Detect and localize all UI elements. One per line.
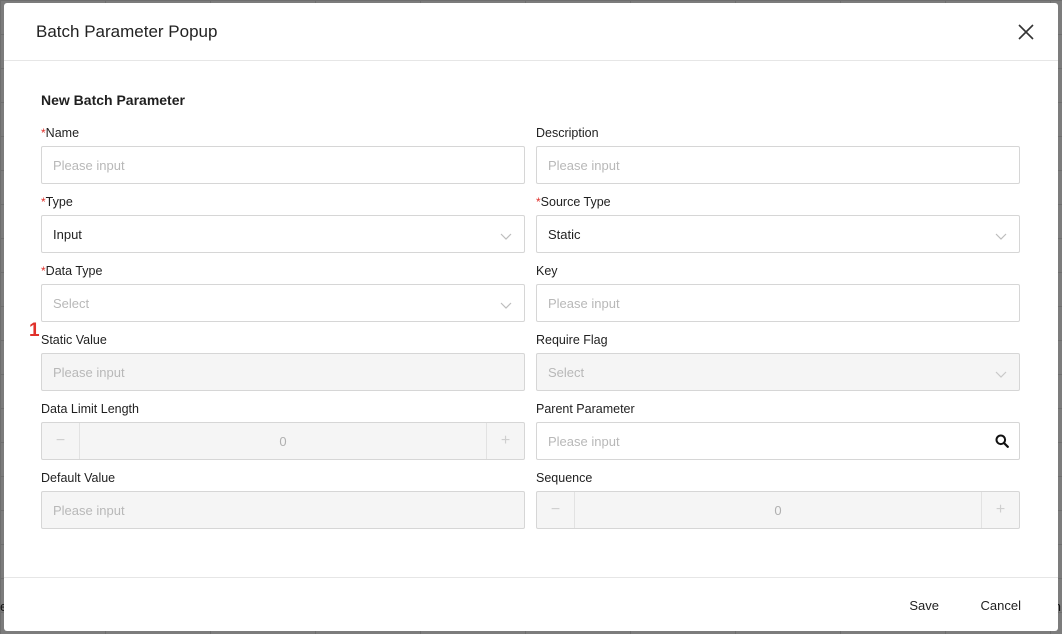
sequence-stepper[interactable]: − 0 + — [536, 491, 1020, 529]
key-placeholder: Please input — [548, 295, 620, 311]
data-limit-length-field-group: Data Limit Length − 0 + — [41, 401, 525, 460]
name-field-group: *Name Please input — [41, 125, 525, 184]
data-type-placeholder: Select — [53, 295, 90, 311]
description-placeholder: Please input — [548, 157, 620, 173]
require-flag-select[interactable]: Select — [536, 353, 1020, 391]
sequence-label: Sequence — [536, 471, 593, 485]
require-flag-placeholder: Select — [548, 364, 585, 380]
section-title: New Batch Parameter — [41, 92, 185, 108]
default-value-placeholder: Please input — [53, 502, 125, 518]
chevron-down-icon — [500, 298, 512, 309]
increment-button[interactable]: + — [486, 423, 524, 459]
name-input[interactable]: Please input — [41, 146, 525, 184]
dialog-header: Batch Parameter Popup — [4, 3, 1058, 61]
data-limit-length-stepper[interactable]: − 0 + — [41, 422, 525, 460]
parent-parameter-placeholder: Please input — [548, 433, 620, 449]
static-value-placeholder: Please input — [53, 364, 125, 380]
static-value-input[interactable]: Please input — [41, 353, 525, 391]
static-value-field-group: 1 Static Value Please input — [29, 321, 525, 391]
name-placeholder: Please input — [53, 157, 125, 173]
source-type-select[interactable]: Static — [536, 215, 1020, 253]
type-value: Input — [53, 226, 82, 242]
dialog-title: Batch Parameter Popup — [36, 21, 218, 41]
description-input[interactable]: Please input — [536, 146, 1020, 184]
batch-parameter-dialog: Batch Parameter Popup New Batch Paramete… — [4, 3, 1058, 631]
close-icon[interactable] — [1016, 22, 1036, 42]
source-type-field-group: *Source Type Static — [536, 194, 1020, 253]
save-button[interactable]: Save — [909, 598, 939, 613]
source-type-label: *Source Type — [536, 195, 611, 209]
type-field-group: *Type Input — [41, 194, 525, 253]
key-field-group: Key Please input — [536, 263, 1020, 322]
name-label: *Name — [41, 126, 80, 140]
description-label: Description — [536, 126, 599, 140]
chevron-down-icon — [995, 367, 1007, 378]
require-flag-label: Require Flag — [536, 333, 608, 347]
search-icon[interactable] — [995, 434, 1009, 448]
data-limit-length-label: Data Limit Length — [41, 402, 139, 416]
annotation-marker: 1 — [29, 320, 40, 341]
source-type-value: Static — [548, 226, 581, 242]
sequence-value: 0 — [774, 502, 782, 518]
decrement-button[interactable]: − — [537, 492, 575, 528]
static-value-label: Static Value — [41, 333, 107, 347]
parent-parameter-input[interactable]: Please input — [536, 422, 1020, 460]
parent-parameter-field-group: Parent Parameter Please input — [536, 401, 1020, 460]
description-field-group: Description Please input — [536, 125, 1020, 184]
increment-button[interactable]: + — [981, 492, 1019, 528]
decrement-button[interactable]: − — [42, 423, 80, 459]
default-value-field-group: Default Value Please input — [41, 470, 525, 529]
key-label: Key — [536, 264, 558, 278]
cancel-button[interactable]: Cancel — [981, 598, 1021, 613]
require-flag-field-group: Require Flag Select — [536, 332, 1020, 391]
sequence-field-group: Sequence − 0 + — [536, 470, 1020, 529]
chevron-down-icon — [500, 229, 512, 240]
data-type-select[interactable]: Select — [41, 284, 525, 322]
dialog-body: New Batch Parameter *Name Please input D… — [4, 91, 1058, 529]
data-type-label: *Data Type — [41, 264, 103, 278]
data-limit-length-value: 0 — [279, 433, 287, 449]
type-label: *Type — [41, 195, 73, 209]
default-value-input[interactable]: Please input — [41, 491, 525, 529]
parent-parameter-label: Parent Parameter — [536, 402, 635, 416]
chevron-down-icon — [995, 229, 1007, 240]
key-input[interactable]: Please input — [536, 284, 1020, 322]
default-value-label: Default Value — [41, 471, 116, 485]
dialog-footer: Save Cancel — [4, 577, 1058, 631]
data-type-field-group: *Data Type Select — [41, 263, 525, 322]
type-select[interactable]: Input — [41, 215, 525, 253]
